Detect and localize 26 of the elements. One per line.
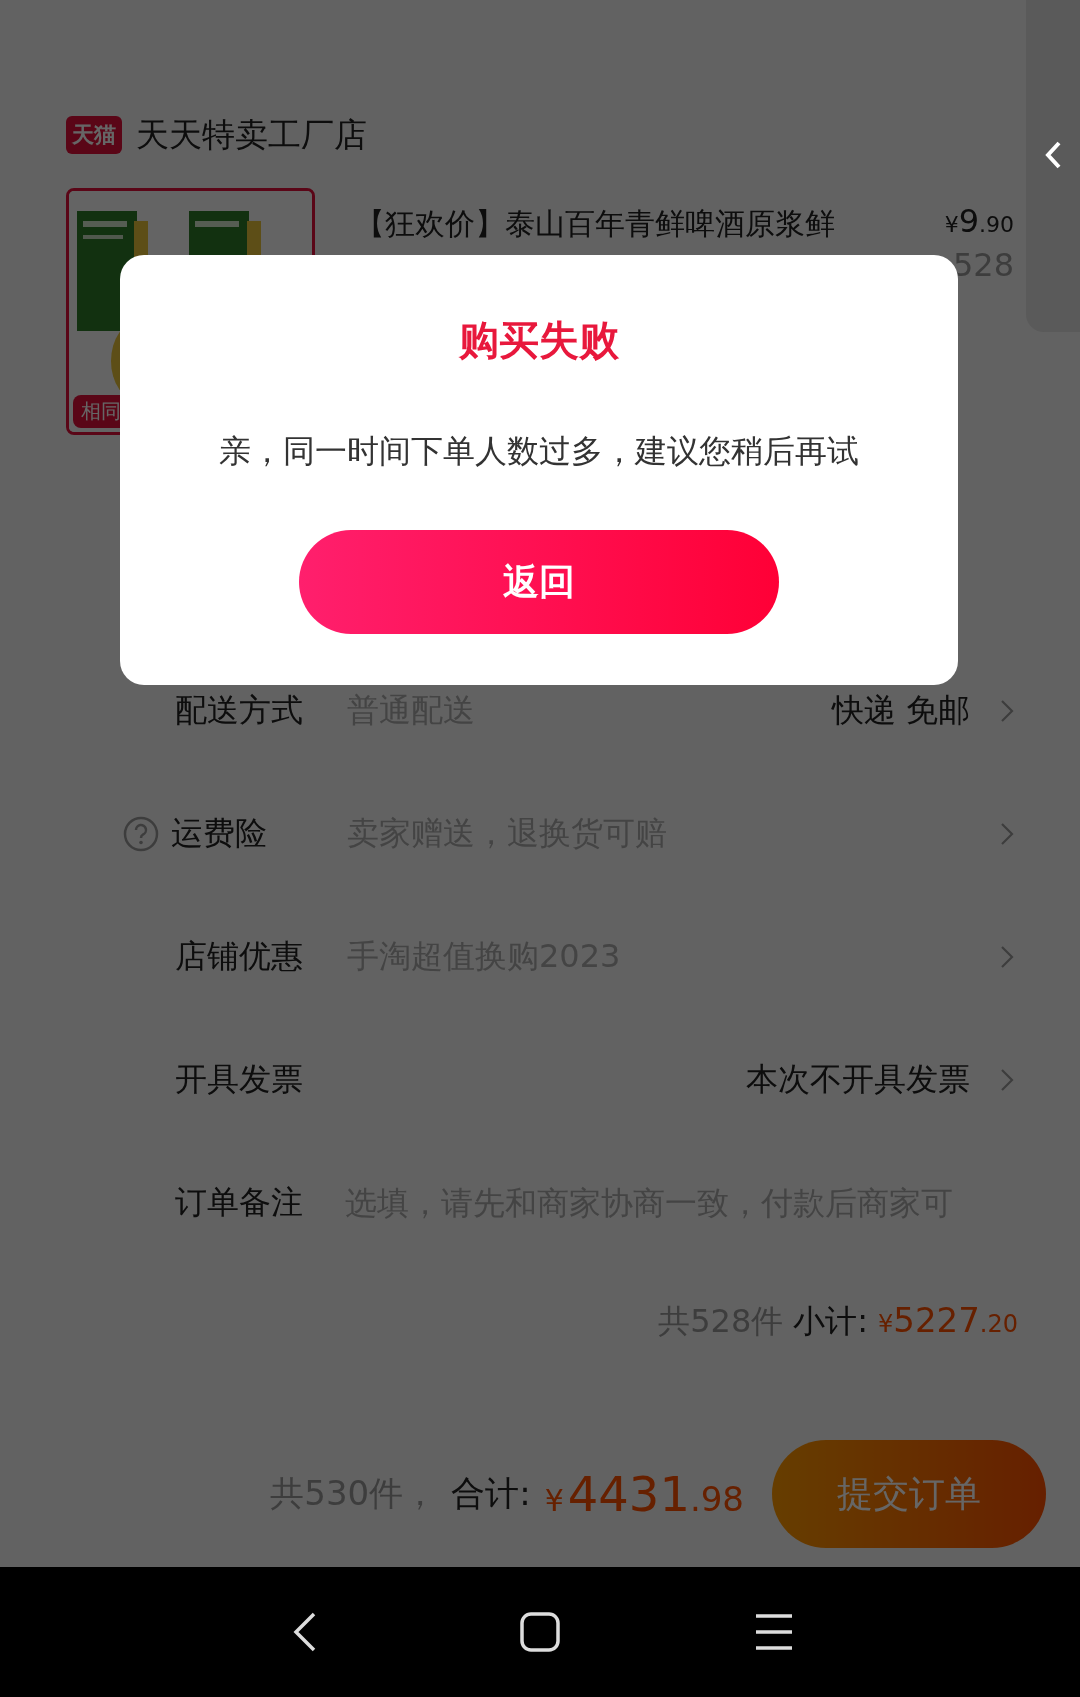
subtotal-label: 小计: [793, 1301, 868, 1342]
row-label: 订单备注 [175, 1181, 303, 1223]
row-label: 开具发票 [175, 1058, 303, 1100]
store-name[interactable]: 天天特卖工厂店 [136, 112, 367, 158]
subtotal-amount: ¥5227.20 [878, 1300, 1018, 1340]
total-label: 合计: [451, 1472, 531, 1515]
home-icon[interactable] [518, 1610, 562, 1654]
dialog-title: 购买失败 [459, 316, 619, 365]
chevron-icon [1044, 140, 1062, 170]
option-row[interactable]: 开具发票 本次不开具发票 [0, 1018, 1080, 1141]
row-option: 本次不开具发票 [746, 1057, 970, 1102]
row-label: 配送方式 [175, 689, 303, 731]
chevron-icon [1000, 821, 1014, 846]
total-amount: ¥4431.98 [544, 1466, 744, 1522]
chevron-icon [1000, 698, 1014, 723]
back-button[interactable]: 返回 [299, 530, 779, 634]
row-option: 快递 免邮 [831, 688, 970, 733]
product-price: ¥9.90 [944, 202, 1014, 240]
store-badge: 天猫 [66, 116, 122, 154]
row-label: 运费险 [171, 812, 267, 854]
submit-order-button[interactable]: 提交订单 [772, 1440, 1046, 1548]
chevron-icon [1000, 1067, 1014, 1092]
row-label: 店铺优惠 [175, 935, 303, 977]
dialog-message: 亲，同一时间下单人数过多，建议您稍后再试 [219, 431, 859, 472]
chevron-icon [1000, 944, 1014, 969]
product-title[interactable]: 【狂欢价】泰山百年青鲜啤酒原浆鲜 [355, 204, 875, 244]
